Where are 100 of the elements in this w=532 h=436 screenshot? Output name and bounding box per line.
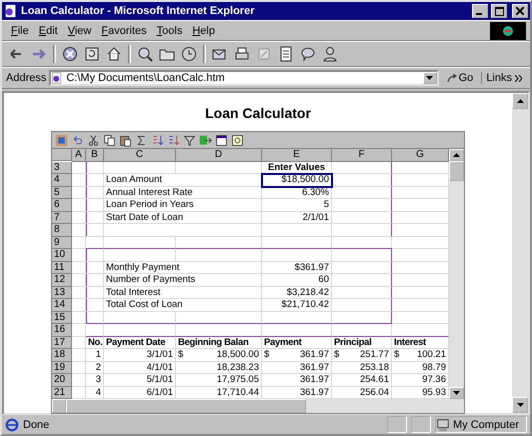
- row-number[interactable]: 21: [52, 386, 72, 399]
- table-cell[interactable]: [332, 274, 392, 286]
- scrollbar[interactable]: [449, 149, 464, 399]
- table-cell[interactable]: [332, 212, 392, 224]
- row-number[interactable]: 5: [52, 186, 72, 199]
- table-cell[interactable]: Start Date of Loan: [104, 212, 262, 224]
- table-cell[interactable]: [262, 248, 332, 262]
- column-header[interactable]: B: [86, 149, 104, 162]
- table-cell[interactable]: $ 251.77: [332, 349, 392, 362]
- table-cell[interactable]: [332, 299, 392, 312]
- table-cell[interactable]: [332, 174, 392, 186]
- column-header[interactable]: D: [176, 149, 262, 162]
- table-cell[interactable]: Enter Values: [262, 162, 332, 174]
- table-cell[interactable]: [332, 162, 392, 174]
- table-cell[interactable]: $18,500.00: [262, 174, 332, 186]
- toolbar-button[interactable]: [135, 134, 148, 146]
- row-number[interactable]: 7: [52, 212, 72, 224]
- toolbar-button[interactable]: [199, 134, 212, 146]
- table-cell[interactable]: $361.97: [262, 262, 332, 274]
- menu-item[interactable]: Tools: [152, 24, 188, 36]
- table-cell[interactable]: [332, 199, 392, 212]
- page-scrollbar[interactable]: [512, 93, 528, 413]
- scroll-up-button[interactable]: [512, 93, 528, 109]
- column-header[interactable]: E: [262, 149, 332, 162]
- table-cell[interactable]: [104, 248, 176, 262]
- address-field[interactable]: C:\My Documents\LoanCalc.htm: [49, 70, 439, 86]
- table-cell[interactable]: Total Cost of Loan: [104, 299, 262, 312]
- menu-item[interactable]: View: [62, 24, 96, 36]
- toolbar-button[interactable]: [215, 134, 228, 146]
- table-cell[interactable]: [332, 262, 392, 274]
- toolbar-button[interactable]: [103, 134, 116, 146]
- menu-item[interactable]: File: [6, 24, 34, 36]
- table-cell[interactable]: 60: [262, 274, 332, 286]
- table-cell[interactable]: 6.30%: [262, 186, 332, 199]
- table-cell[interactable]: 17,975.05: [176, 374, 262, 386]
- toolbar-button[interactable]: [183, 134, 196, 146]
- table-cell[interactable]: 253.18: [332, 362, 392, 374]
- table-cell[interactable]: Principal: [332, 336, 392, 349]
- table-cell[interactable]: Loan Period in Years: [104, 199, 262, 212]
- table-cell[interactable]: 361.97: [262, 374, 332, 386]
- row-number[interactable]: 9: [52, 236, 72, 249]
- row-number[interactable]: 8: [52, 224, 72, 236]
- dropdown-button[interactable]: [422, 72, 437, 84]
- column-header[interactable]: A: [72, 149, 86, 162]
- table-cell[interactable]: 1: [86, 349, 104, 362]
- row-number[interactable]: 16: [52, 324, 72, 336]
- table-cell[interactable]: 3/1/01: [104, 349, 176, 362]
- row-number[interactable]: 3: [52, 162, 72, 174]
- menu-item[interactable]: Edit: [34, 24, 63, 36]
- menu-item[interactable]: Help: [187, 24, 220, 36]
- table-cell[interactable]: [332, 186, 392, 199]
- horizontal-scrollbar[interactable]: [52, 399, 464, 413]
- toolbar-button[interactable]: [231, 134, 244, 146]
- row-number[interactable]: 4: [52, 174, 72, 186]
- table-cell[interactable]: Total Interest: [104, 286, 262, 299]
- table-cell[interactable]: 3: [86, 374, 104, 386]
- table-cell[interactable]: [86, 248, 104, 262]
- row-number[interactable]: 20: [52, 374, 72, 386]
- column-header[interactable]: F: [332, 149, 392, 162]
- table-cell[interactable]: Loan Amount: [104, 174, 262, 186]
- table-cell[interactable]: Payment: [262, 336, 332, 349]
- scroll-up-button[interactable]: [449, 149, 464, 161]
- table-cell[interactable]: 361.97: [262, 362, 332, 374]
- table-cell[interactable]: No.: [86, 336, 104, 349]
- scroll-down-button[interactable]: [449, 387, 464, 399]
- column-header[interactable]: G: [392, 149, 449, 162]
- table-cell[interactable]: [332, 312, 392, 324]
- table-cell[interactable]: 18,238.23: [176, 362, 262, 374]
- row-number[interactable]: 18: [52, 349, 72, 362]
- table-cell[interactable]: Number of Payments: [104, 274, 262, 286]
- row-number[interactable]: 12: [52, 274, 72, 286]
- table-cell[interactable]: 2/1/01: [262, 212, 332, 224]
- table-cell[interactable]: [332, 224, 392, 236]
- close-button[interactable]: [512, 4, 528, 18]
- scroll-thumb[interactable]: [449, 161, 464, 181]
- table-cell[interactable]: 2: [86, 362, 104, 374]
- toolbar-button[interactable]: [119, 134, 132, 146]
- table-cell[interactable]: $21,710.42: [262, 299, 332, 312]
- row-number[interactable]: 17: [52, 336, 72, 349]
- table-cell[interactable]: Monthly Payment: [104, 262, 262, 274]
- table-cell[interactable]: [176, 248, 262, 262]
- table-cell[interactable]: 254.61: [332, 374, 392, 386]
- table-cell[interactable]: 5/1/01: [104, 374, 176, 386]
- row-number[interactable]: 11: [52, 262, 72, 274]
- table-cell[interactable]: Beginning Balan: [176, 336, 262, 349]
- go-button[interactable]: Go: [438, 72, 482, 84]
- toolbar-button[interactable]: [87, 134, 100, 146]
- scroll-thumb[interactable]: [66, 399, 306, 413]
- row-number[interactable]: 14: [52, 299, 72, 312]
- table-cell[interactable]: $3,218.42: [262, 286, 332, 299]
- menu-item[interactable]: Favorites: [96, 24, 152, 36]
- column-header[interactable]: C: [104, 149, 176, 162]
- table-cell[interactable]: [332, 286, 392, 299]
- table-cell[interactable]: $ 18,500.00: [176, 349, 262, 362]
- links-button[interactable]: Links: [481, 72, 526, 84]
- row-number[interactable]: 10: [52, 249, 72, 262]
- table-cell[interactable]: [332, 248, 392, 262]
- table-cell[interactable]: Annual Interest Rate: [104, 186, 262, 199]
- maximize-button[interactable]: [491, 4, 507, 18]
- row-number[interactable]: 13: [52, 286, 72, 299]
